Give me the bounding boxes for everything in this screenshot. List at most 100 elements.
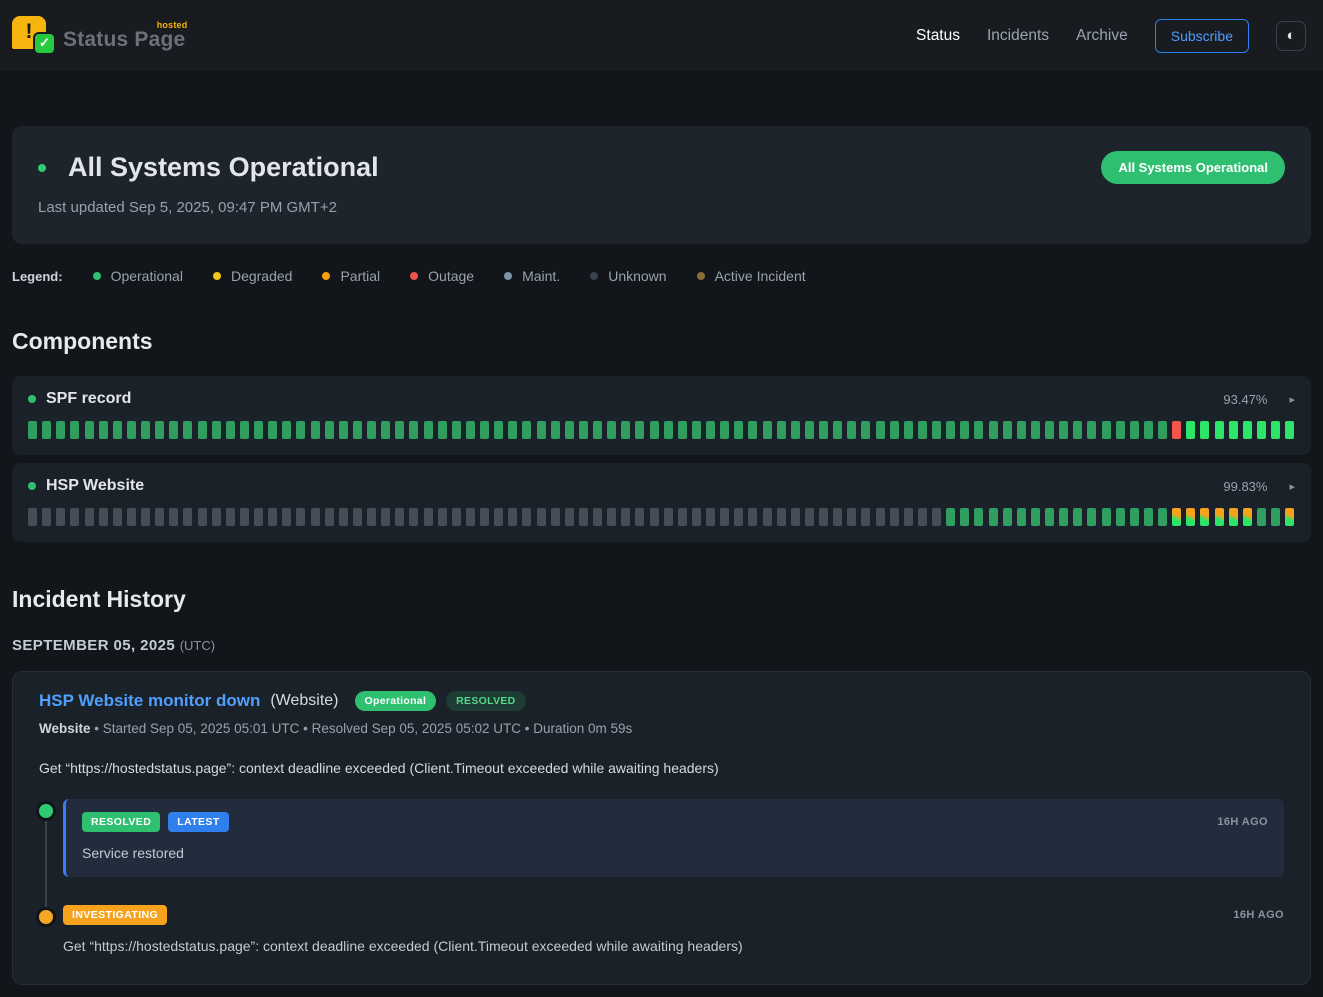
uptime-bar: [99, 421, 108, 439]
nav-link-status[interactable]: Status: [916, 27, 960, 45]
uptime-bar: [876, 421, 885, 439]
component-status-badge: Operational: [355, 691, 437, 711]
uptime-bar: [946, 421, 955, 439]
uptime-bar: [904, 421, 913, 439]
uptime-bar: [1271, 508, 1280, 526]
uptime-bar: [1200, 508, 1209, 526]
uptime-bar: [1087, 421, 1096, 439]
brand[interactable]: ! ✓ Status Page hosted: [12, 16, 185, 56]
uptime-bar: [1186, 508, 1195, 526]
uptime-bar: [508, 421, 517, 439]
uptime-bar: [791, 508, 800, 526]
legend-dot-icon: [410, 272, 418, 280]
uptime-bar: [692, 508, 701, 526]
uptime-bar: [1229, 421, 1238, 439]
uptime-bar: [861, 508, 870, 526]
uptime-bar: [409, 508, 418, 526]
chevron-right-icon[interactable]: ▸: [1289, 393, 1295, 406]
legend-label: Maint.: [522, 268, 560, 284]
uptime-bar: [169, 421, 178, 439]
uptime-bar: [183, 421, 192, 439]
uptime-bar: [748, 508, 757, 526]
update-time: 16H AGO: [1233, 909, 1284, 921]
uptime-bar: [183, 508, 192, 526]
uptime-bar: [1172, 508, 1181, 526]
uptime-bar: [1215, 508, 1224, 526]
uptime-bar: [56, 508, 65, 526]
uptime-bar: [99, 508, 108, 526]
uptime-bar: [367, 421, 376, 439]
uptime-bar: [1285, 508, 1294, 526]
legend-label: Active Incident: [715, 268, 806, 284]
uptime-bar: [890, 421, 899, 439]
uptime-bar: [113, 421, 122, 439]
uptime-bar: [720, 421, 729, 439]
uptime-bar: [353, 508, 362, 526]
uptime-bar: [1144, 421, 1153, 439]
incident-card: HSP Website monitor down (Website) Opera…: [12, 671, 1311, 985]
uptime-bar: [706, 508, 715, 526]
component-status-dot-icon: [28, 395, 36, 403]
uptime-bar: [141, 421, 150, 439]
uptime-bar: [1130, 508, 1139, 526]
uptime-bar: [296, 508, 305, 526]
timeline-dot-icon: [39, 910, 53, 924]
last-updated-text: Last updated Sep 5, 2025, 09:47 PM GMT+2: [38, 199, 1285, 216]
uptime-bar: [974, 421, 983, 439]
component-name: SPF record: [46, 390, 131, 408]
incident-title-link[interactable]: HSP Website monitor down: [39, 691, 260, 711]
uptime-bar: [367, 508, 376, 526]
legend-item: Partial: [322, 268, 380, 284]
uptime-bar: [579, 421, 588, 439]
status-overview-header: All Systems Operational All Systems Oper…: [38, 151, 1285, 184]
incident-history-section: Incident History SEPTEMBER 05, 2025 (UTC…: [12, 586, 1311, 985]
uptime-bar: [777, 508, 786, 526]
timeline-update-box: RESOLVED LATEST 16H AGO Service restored: [63, 799, 1284, 877]
nav-link-archive[interactable]: Archive: [1076, 27, 1128, 45]
uptime-bar: [1215, 421, 1224, 439]
uptime-bar: [537, 421, 546, 439]
uptime-bar: [847, 421, 856, 439]
uptime-bar: [621, 508, 630, 526]
uptime-bar: [805, 421, 814, 439]
page-content: All Systems Operational All Systems Oper…: [0, 71, 1323, 997]
uptime-bar: [918, 508, 927, 526]
uptime-bar: [1200, 421, 1209, 439]
uptime-bar: [1229, 508, 1238, 526]
incident-component-name: Website: [39, 721, 91, 736]
component-card-hsp-website: HSP Website 99.83% ▸: [12, 463, 1311, 542]
uptime-bar: [480, 508, 489, 526]
overall-status-title: All Systems Operational: [68, 152, 379, 183]
component-header[interactable]: SPF record 93.47% ▸: [28, 390, 1295, 408]
uptime-bar: [155, 421, 164, 439]
component-header[interactable]: HSP Website 99.83% ▸: [28, 477, 1295, 495]
uptime-bar: [1186, 421, 1195, 439]
uptime-bar: [1257, 421, 1266, 439]
uptime-bar: [1144, 508, 1153, 526]
chevron-right-icon[interactable]: ▸: [1289, 480, 1295, 493]
subscribe-button[interactable]: Subscribe: [1155, 19, 1249, 53]
uptime-bar: [989, 421, 998, 439]
uptime-bar: [70, 421, 79, 439]
uptime-bar: [593, 421, 602, 439]
uptime-bar: [28, 508, 37, 526]
overall-status-dot-icon: [38, 164, 46, 172]
nav-links: Status Incidents Archive: [916, 27, 1128, 45]
component-card-spf-record: SPF record 93.47% ▸: [12, 376, 1311, 455]
uptime-bar: [226, 508, 235, 526]
nav-link-incidents[interactable]: Incidents: [987, 27, 1049, 45]
uptime-bar: [593, 508, 602, 526]
uptime-bar: [918, 421, 927, 439]
uptime-bar: [339, 508, 348, 526]
uptime-bar: [635, 421, 644, 439]
legend-dot-icon: [590, 272, 598, 280]
legend-dot-icon: [322, 272, 330, 280]
uptime-bar: [664, 421, 673, 439]
uptime-bar: [1003, 421, 1012, 439]
uptime-bar: [42, 508, 51, 526]
uptime-bar: [268, 508, 277, 526]
incident-date-heading: SEPTEMBER 05, 2025 (UTC): [12, 637, 1311, 654]
theme-toggle-button[interactable]: ◐: [1276, 21, 1306, 51]
legend-dot-icon: [697, 272, 705, 280]
uptime-bar: [607, 421, 616, 439]
